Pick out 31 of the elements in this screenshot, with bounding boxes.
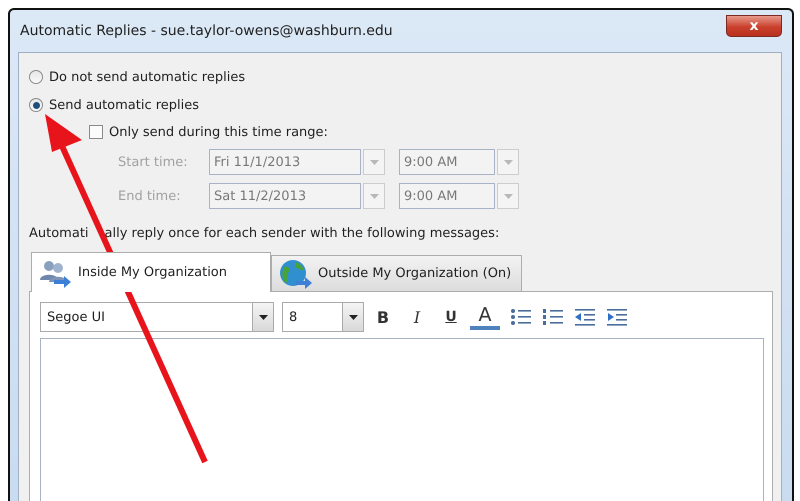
instruction-text: ally reply once for each sender with the following messages: (104, 225, 500, 243)
checkbox-label: Only send during this time range: (109, 124, 328, 140)
italic-button[interactable]: I (402, 306, 432, 328)
tab[interactable]: Inside My Organization (31, 252, 271, 292)
outdent-icon[interactable] (574, 308, 596, 326)
indent-icon[interactable] (606, 308, 628, 326)
time-label: End time: (118, 188, 182, 204)
radio-button[interactable] (29, 70, 43, 84)
font-color-button[interactable]: A (470, 304, 500, 330)
caret-icon (370, 160, 378, 164)
caret-icon (258, 314, 268, 320)
dropdown-button[interactable] (342, 302, 364, 332)
tab[interactable]: Outside My Organization (On) (271, 255, 522, 291)
caret-icon (504, 160, 512, 164)
caret-icon (348, 314, 358, 320)
radio-label: Do not send automatic replies (49, 70, 246, 84)
caret-icon (504, 194, 512, 198)
bold-button[interactable]: B (368, 306, 398, 328)
dropdown-button[interactable] (252, 302, 274, 332)
radio-button[interactable] (29, 98, 43, 112)
instruction-text: Automati (29, 225, 89, 243)
caret-icon (370, 194, 378, 198)
radio-label: Send automatic replies (49, 98, 200, 112)
window-title: Automatic Replies - sue.taylor-owens@washburn.edu (19, 23, 393, 39)
time-label: Start time: (118, 154, 189, 170)
close-button[interactable]: x (726, 15, 782, 37)
bullet-list-icon[interactable] (510, 308, 532, 326)
font-field[interactable]: Segoe UI (40, 302, 252, 332)
globe-icon (278, 258, 312, 288)
numbered-list-icon[interactable] (542, 308, 564, 326)
underline-button[interactable]: U (436, 308, 466, 326)
